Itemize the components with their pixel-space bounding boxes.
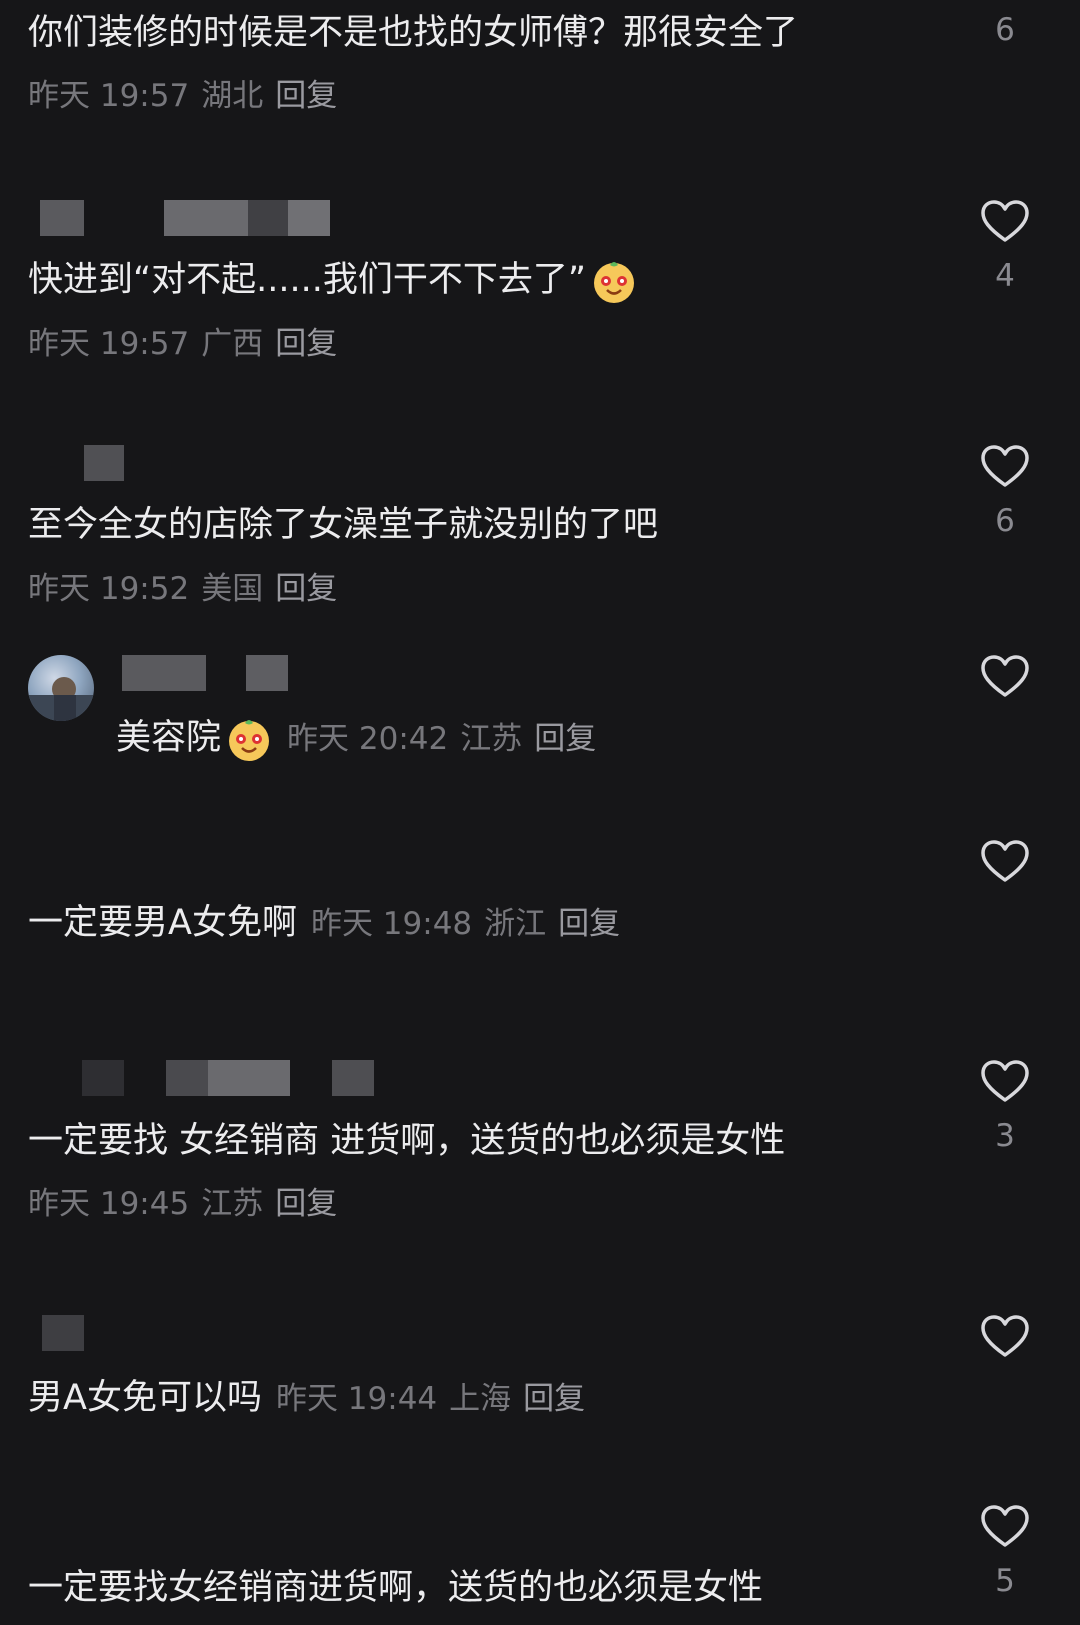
heart-outline-icon[interactable] [980, 1060, 1030, 1104]
comment-text-content: 一定要男A女免啊 [28, 903, 297, 943]
comment-meta: 昨天 19:44 上海 回复 [276, 1381, 597, 1417]
username-redacted [28, 445, 124, 481]
comment-text: 一定要男A女免啊 昨天 19:48 浙江 回复 [28, 898, 632, 949]
comment-time: 昨天 19:52 [28, 571, 190, 607]
comment-meta: 昨天 19:48 浙江 回复 [311, 906, 632, 942]
reply-button[interactable]: 回复 [275, 326, 337, 362]
comment-text: 美容院 昨天 20:42 江苏 回复 [116, 713, 608, 764]
reply-button[interactable]: 回复 [523, 1381, 585, 1417]
reply-button[interactable]: 回复 [275, 1186, 337, 1222]
comment-text: 快进到“对不起......我们干不下去了” [28, 255, 638, 305]
comment-text: 至今全女的店除了女澡堂子就没别的了吧 [28, 505, 659, 545]
heart-outline-icon[interactable] [980, 445, 1030, 489]
heart-outline-icon[interactable] [980, 1315, 1030, 1359]
avatar[interactable] [28, 655, 94, 721]
heart-outline-icon[interactable] [980, 655, 1030, 699]
comment-text: 你们装修的时候是不是也找的女师傅？那很安全了 [28, 13, 799, 53]
reply-button[interactable]: 回复 [534, 721, 596, 757]
heart-outline-icon[interactable] [980, 1505, 1030, 1549]
comment-meta: 昨天 20:42 江苏 回复 [287, 721, 608, 757]
comment-meta: 昨天 19:57 湖北 回复 [28, 74, 349, 118]
comment-meta: 昨天 19:52 美国 回复 [28, 567, 349, 611]
username-redacted [82, 1060, 374, 1096]
comment-time: 昨天 19:57 [28, 78, 190, 114]
reply-button[interactable]: 回复 [275, 78, 337, 114]
laughing-face-emoji [229, 720, 270, 761]
comment-location: 上海 [449, 1381, 512, 1417]
comment-meta: 昨天 19:45 江苏 回复 [28, 1182, 349, 1226]
comment-text-content: 男A女免可以吗 [28, 1378, 262, 1418]
comment-time: 昨天 20:42 [287, 721, 449, 757]
reply-button[interactable]: 回复 [558, 906, 620, 942]
comment-location: 浙江 [484, 906, 547, 942]
comment-meta: 昨天 19:57 广西 回复 [28, 322, 349, 366]
like-count: 4 [995, 258, 1015, 294]
comment-text: 男A女免可以吗 昨天 19:44 上海 回复 [28, 1373, 597, 1424]
heart-outline-icon[interactable] [980, 200, 1030, 244]
heart-outline-icon[interactable] [980, 840, 1030, 884]
username-redacted [122, 655, 288, 691]
comment-text-content: 快进到“对不起......我们干不下去了” [28, 260, 587, 300]
comment-location: 广西 [201, 326, 264, 362]
username-redacted [40, 200, 330, 236]
comment-text-content: 美容院 [116, 718, 222, 758]
like-count: 6 [995, 12, 1015, 48]
comment-location: 江苏 [460, 721, 523, 757]
comment-text: 一定要找女经销商进货啊，送货的也必须是女性 [28, 1568, 764, 1608]
comment-time: 昨天 19:45 [28, 1186, 190, 1222]
comment-time: 昨天 19:44 [275, 1381, 438, 1417]
like-count: 3 [995, 1118, 1015, 1154]
comment-location: 美国 [201, 571, 264, 607]
comment-text: 一定要找 女经销商 进货啊，送货的也必须是女性 [28, 1121, 786, 1161]
comment-time: 昨天 19:48 [310, 906, 473, 942]
reply-button[interactable]: 回复 [275, 571, 337, 607]
laughing-face-emoji [594, 262, 635, 303]
comment-time: 昨天 19:57 [28, 326, 190, 362]
comment-location: 湖北 [201, 78, 264, 114]
username-redacted [42, 1315, 84, 1351]
like-count: 5 [995, 1563, 1015, 1599]
like-count: 6 [995, 503, 1015, 539]
comment-location: 江苏 [201, 1186, 264, 1222]
